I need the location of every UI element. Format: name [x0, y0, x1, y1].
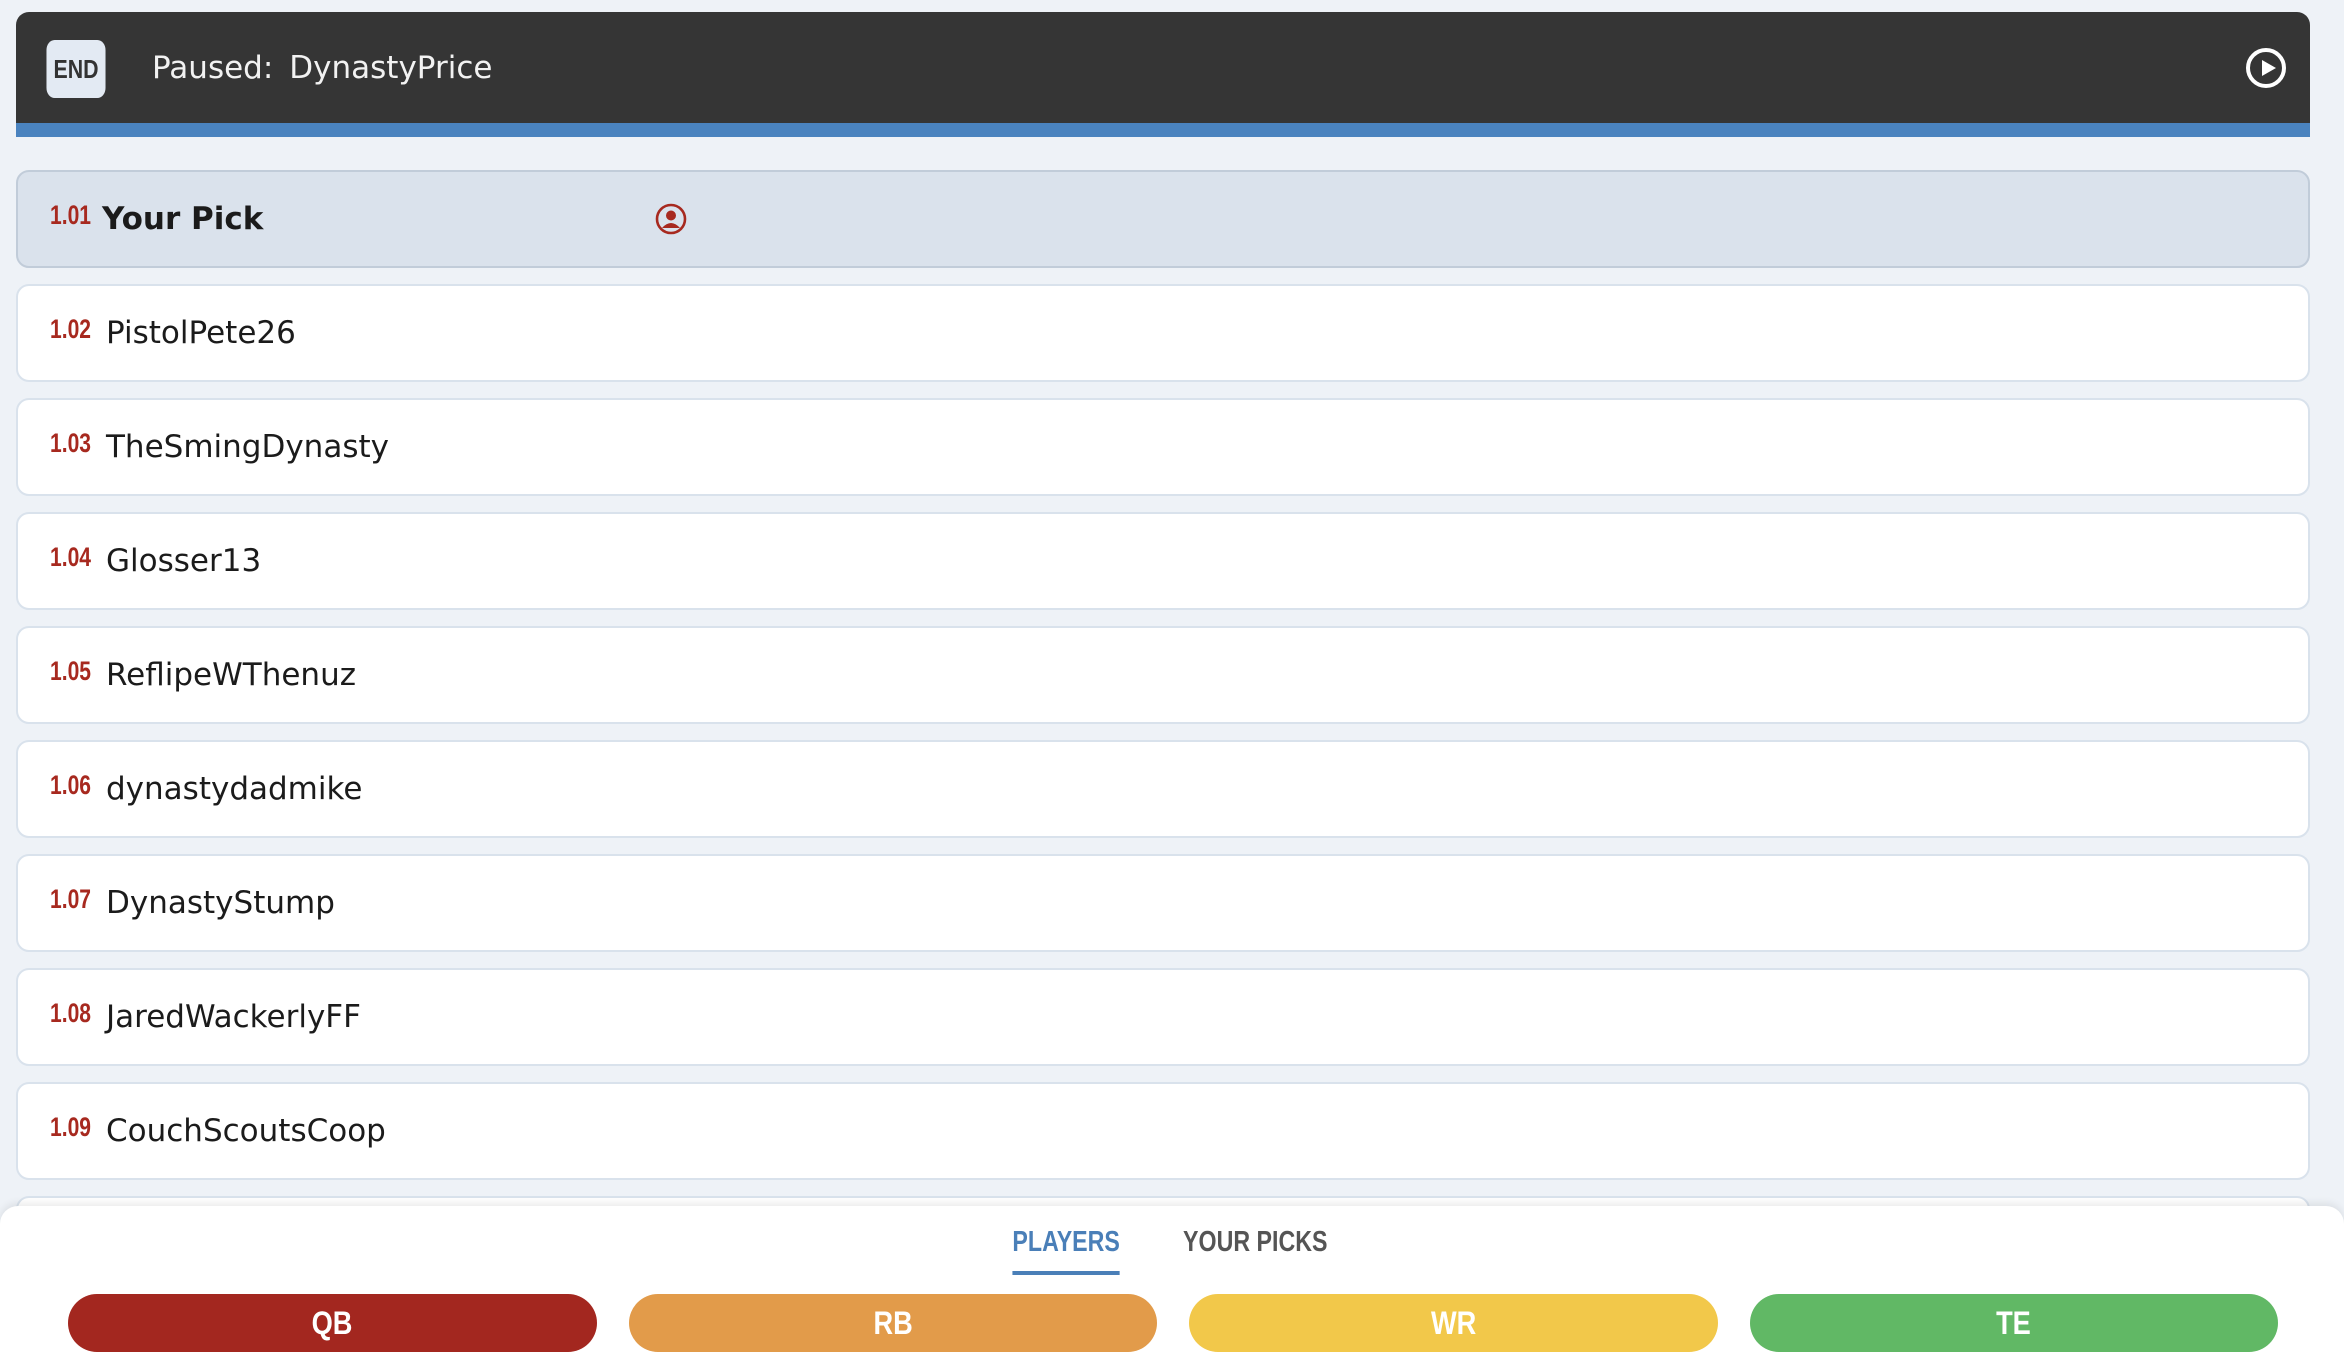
te-filter-button[interactable]: TE — [1749, 1294, 2278, 1352]
pick-owner: Your Pick — [102, 201, 264, 237]
pick-row-1-07[interactable]: 1.07 DynastyStump — [16, 854, 2310, 952]
pick-row-1-03[interactable]: 1.03 TheSmingDynasty — [16, 398, 2310, 496]
pick-owner: JaredWackerlyFF — [106, 999, 361, 1035]
pick-number: 1.08 — [50, 998, 91, 1028]
tab-bar: PLAYERS YOUR PICKS — [0, 1226, 2344, 1275]
draft-status: Paused: DynastyPrice — [152, 12, 492, 123]
wr-filter-button[interactable]: WR — [1189, 1294, 1718, 1352]
pick-row-1-06[interactable]: 1.06 dynastydadmike — [16, 740, 2310, 838]
pick-owner: TheSmingDynasty — [106, 429, 389, 465]
pick-number: 1.03 — [50, 428, 91, 458]
draft-app: END Paused: DynastyPrice 1.01 Your Pick … — [0, 0, 2344, 1370]
user-icon — [655, 203, 687, 235]
pick-row-1-08[interactable]: 1.08 JaredWackerlyFF — [16, 968, 2310, 1066]
end-button[interactable]: END — [46, 40, 106, 98]
pick-owner: CouchScoutsCoop — [106, 1113, 386, 1149]
rb-filter-button[interactable]: RB — [628, 1294, 1157, 1352]
tab-your-picks[interactable]: YOUR PICKS — [1183, 1226, 1327, 1275]
pick-number: 1.04 — [50, 542, 91, 572]
pick-row-1-05[interactable]: 1.05 ReflipeWThenuz — [16, 626, 2310, 724]
pick-number: 1.09 — [50, 1112, 91, 1142]
pick-owner: ReflipeWThenuz — [106, 657, 356, 693]
pick-list: 1.01 Your Pick 1.02 PistolPete26 1.03 Th… — [16, 170, 2310, 1310]
pick-owner: PistolPete26 — [106, 315, 296, 351]
tab-players[interactable]: PLAYERS — [1012, 1226, 1120, 1275]
qb-filter-button[interactable]: QB — [68, 1294, 597, 1352]
pick-number: 1.06 — [50, 770, 91, 800]
pick-number: 1.01 — [50, 200, 91, 230]
pick-number: 1.02 — [50, 314, 91, 344]
pick-owner: dynastydadmike — [106, 771, 363, 807]
pick-number: 1.07 — [50, 884, 91, 914]
pick-owner: Glosser13 — [106, 543, 262, 579]
pick-row-1-04[interactable]: 1.04 Glosser13 — [16, 512, 2310, 610]
pick-row-1-09[interactable]: 1.09 CouchScoutsCoop — [16, 1082, 2310, 1180]
position-filters: QB RB WR TE — [68, 1294, 2278, 1352]
play-icon[interactable] — [2246, 48, 2286, 88]
status-user: DynastyPrice — [289, 49, 493, 86]
pick-number: 1.05 — [50, 656, 91, 686]
draft-header: END Paused: DynastyPrice — [16, 12, 2310, 123]
bottom-panel: PLAYERS YOUR PICKS QB RB WR TE — [0, 1206, 2344, 1370]
pick-owner: DynastyStump — [106, 885, 335, 921]
status-label: Paused: — [152, 49, 274, 86]
pick-row-1-01[interactable]: 1.01 Your Pick — [16, 170, 2310, 268]
progress-bar — [16, 123, 2310, 137]
pick-row-1-02[interactable]: 1.02 PistolPete26 — [16, 284, 2310, 382]
